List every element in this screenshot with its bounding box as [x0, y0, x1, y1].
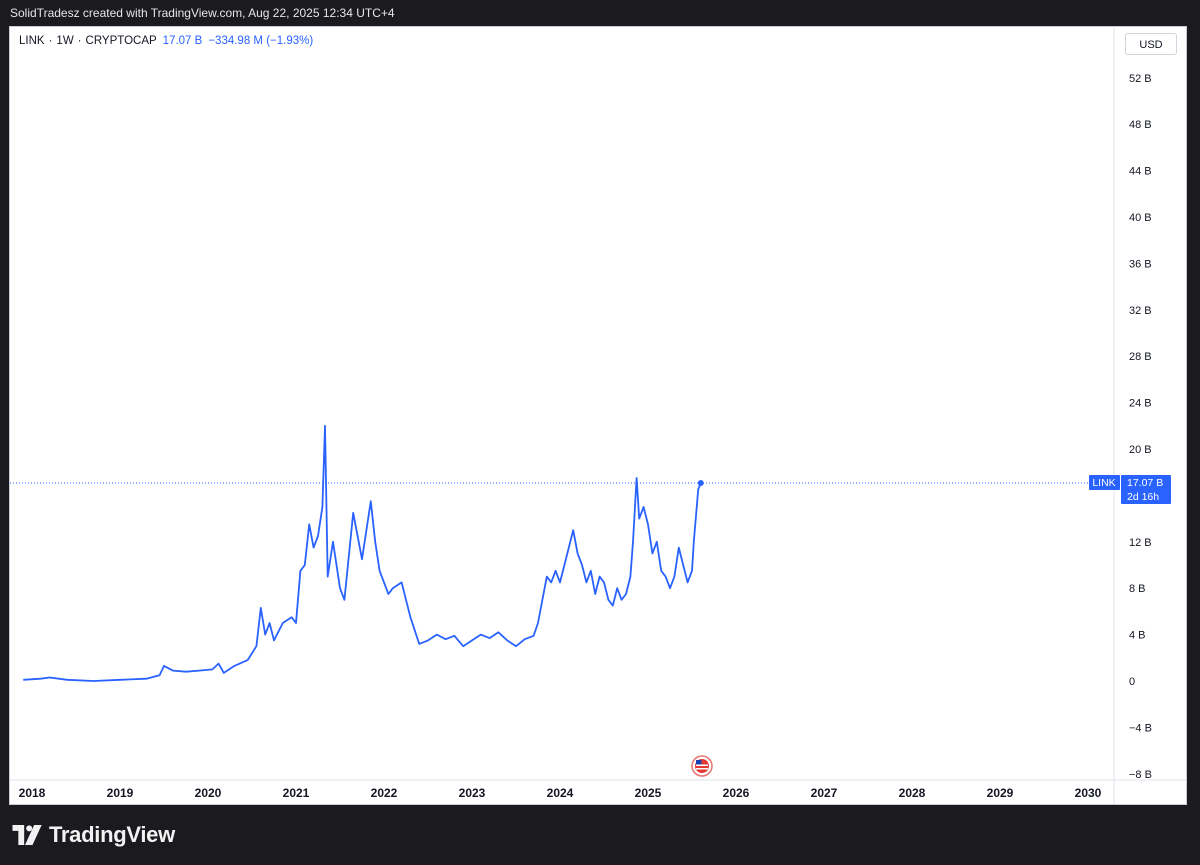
x-tick-label: 2018 — [19, 786, 46, 800]
y-tick-label: 40 B — [1129, 212, 1152, 224]
x-tick-label: 2025 — [635, 786, 662, 800]
chart-plot-area: −8 B −4 B 0 4 B 8 B 12 B 20 B 24 B 28 B 32 B 36 B 4… — [10, 27, 1186, 804]
brand-name: TradingView — [49, 822, 175, 847]
x-tick-label: 2028 — [899, 786, 926, 800]
x-tick-label: 2029 — [987, 786, 1014, 800]
y-tick-label: 20 B — [1129, 444, 1152, 456]
y-tick-label: 48 B — [1129, 119, 1152, 131]
x-tick-label: 2019 — [107, 786, 134, 800]
price-tag-symbol: LINK — [1092, 477, 1115, 489]
y-tick-label: 36 B — [1129, 258, 1152, 270]
y-tick-label: 52 B — [1129, 73, 1152, 85]
tradingview-logo-icon — [12, 825, 42, 845]
x-tick-label: 2030 — [1075, 786, 1102, 800]
x-tick-label: 2023 — [459, 786, 486, 800]
y-tick-label: 44 B — [1129, 166, 1152, 178]
x-tick-label: 2021 — [283, 786, 310, 800]
us-flag-canton — [696, 760, 702, 765]
x-tick-label: 2026 — [723, 786, 750, 800]
price-tag-countdown: 2d 16h — [1127, 491, 1159, 503]
y-tick-label: −4 B — [1129, 722, 1152, 734]
y-tick-label: 32 B — [1129, 305, 1152, 317]
y-tick-label: −8 B — [1129, 769, 1152, 781]
y-tick-label: 28 B — [1129, 351, 1152, 363]
series-line-link — [23, 424, 702, 682]
y-tick-label: 0 — [1129, 676, 1135, 688]
x-tick-label: 2024 — [547, 786, 574, 800]
x-tick-label: 2027 — [811, 786, 838, 800]
y-tick-label: 24 B — [1129, 398, 1152, 410]
tradingview-brand: TradingView — [12, 820, 175, 850]
us-flag-stripe — [696, 764, 708, 766]
us-flag-stripe — [696, 768, 708, 770]
y-tick-label: 8 B — [1129, 583, 1146, 595]
chart-attribution: SolidTradesz created with TradingView.co… — [10, 6, 395, 20]
x-tick-label: 2022 — [371, 786, 398, 800]
chart-panel[interactable]: LINK · 1W · CRYPTOCAP 17.07 B −334.98 M (−1.93… — [9, 26, 1187, 805]
x-tick-label: 2020 — [195, 786, 222, 800]
last-point-marker — [697, 479, 704, 486]
y-tick-label: 4 B — [1129, 630, 1146, 642]
y-tick-label: 12 B — [1129, 537, 1152, 549]
price-tag-value: 17.07 B — [1127, 477, 1163, 489]
